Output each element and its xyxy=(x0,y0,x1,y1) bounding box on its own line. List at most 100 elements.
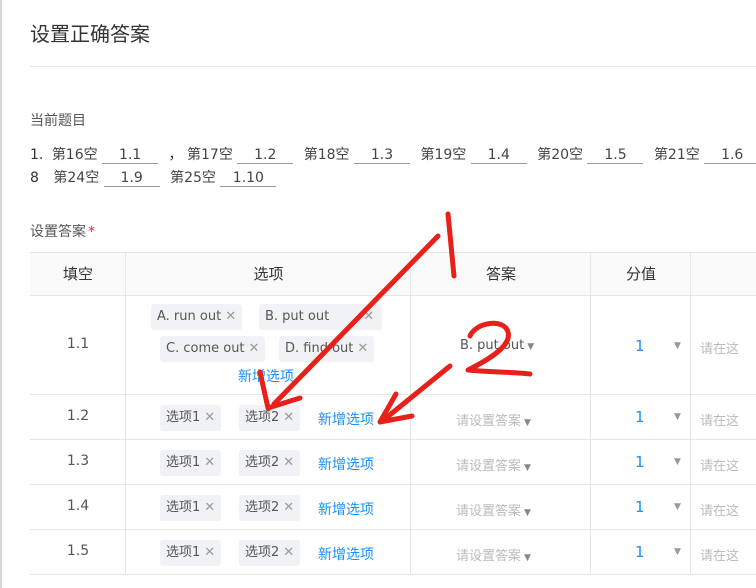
close-icon[interactable]: ✕ xyxy=(283,500,294,515)
blank-18-value[interactable]: 1.3 xyxy=(354,147,411,164)
option-tag-label: B. put out xyxy=(265,309,330,324)
blank-16-label: 第16空 xyxy=(51,147,98,163)
question-line-1: 1. 第16空 1.1 ， 第17空 1.2 第18空 1.3 第19空 1.4… xyxy=(30,144,756,164)
option-tag[interactable]: D. find out ✕ xyxy=(279,336,375,362)
add-option-button[interactable]: 新增选项 xyxy=(318,544,374,564)
answer-table: 填空 选项 答案 分值 1.1 A. run out ✕ B. put out ✕ … xyxy=(30,252,756,575)
score-value[interactable]: 1 xyxy=(635,408,645,426)
answer-select[interactable]: 请设置答案 ▼ xyxy=(456,545,531,564)
remark-input[interactable]: 请在这 xyxy=(700,455,739,474)
option-tag[interactable]: 选项1 ✕ xyxy=(160,405,222,431)
dialog-frame: 设置正确答案 当前题目 1. 第16空 1.1 ， 第17空 1.2 第18空 … xyxy=(0,0,756,588)
close-icon[interactable]: ✕ xyxy=(204,545,215,560)
remark-input[interactable]: 请在这 xyxy=(700,410,739,429)
add-option-button[interactable]: 新增选项 xyxy=(318,409,374,429)
row-blank-number: 1.3 xyxy=(66,453,90,469)
blank-17-value[interactable]: 1.2 xyxy=(237,147,294,164)
answer-select-value: 请设置答案 xyxy=(456,504,522,519)
close-icon[interactable]: ✕ xyxy=(283,455,294,470)
caret-down-icon[interactable]: ▼ xyxy=(674,502,681,512)
row-blank-number: 1.5 xyxy=(66,543,90,559)
close-icon[interactable]: ✕ xyxy=(225,309,236,324)
page-title: 设置正确答案 xyxy=(30,22,150,46)
blank-21-label: 第21空 xyxy=(653,147,700,163)
blank-18-label: 第18空 xyxy=(303,147,350,163)
add-option-button[interactable]: 新增选项 xyxy=(238,366,294,386)
answer-select[interactable]: 请设置答案 ▼ xyxy=(456,455,531,474)
caret-down-icon: ▼ xyxy=(527,342,535,352)
option-tag-label: 选项2 xyxy=(245,500,280,515)
table-row: 1.1 A. run out ✕ B. put out ✕ C. come out ✕… xyxy=(30,296,756,395)
caret-down-icon[interactable]: ▼ xyxy=(674,547,681,557)
answer-select[interactable]: 请设置答案 ▼ xyxy=(456,410,531,429)
header-answer: 答案 xyxy=(485,265,516,283)
option-tag[interactable]: 选项2 ✕ xyxy=(239,495,301,521)
option-tag[interactable]: 选项1 ✕ xyxy=(160,495,222,521)
option-tag-label: 选项2 xyxy=(245,410,280,425)
blank-25-label: 第25空 xyxy=(170,170,216,186)
question-number: 1. xyxy=(30,147,44,163)
caret-down-icon[interactable]: ▼ xyxy=(674,412,681,422)
remark-input[interactable]: 请在这 xyxy=(700,500,739,519)
caret-down-icon: ▼ xyxy=(524,463,531,473)
question-line-2: 8 第24空 1.9 第25空 1.10 xyxy=(30,167,282,187)
set-answer-label-text: 设置答案 xyxy=(30,224,86,240)
blank-21-value[interactable]: 1.6 xyxy=(704,147,756,164)
close-icon[interactable]: ✕ xyxy=(283,410,294,425)
blank-25-value[interactable]: 1.10 xyxy=(220,170,277,187)
score-value[interactable]: 1 xyxy=(635,498,645,516)
remark-input[interactable]: 请在这 xyxy=(700,545,739,564)
option-tag-label: C. come out xyxy=(166,341,245,356)
option-tag-label: 选项1 xyxy=(166,455,201,470)
caret-down-icon: ▼ xyxy=(524,553,531,563)
answer-select-value: 请设置答案 xyxy=(456,459,522,474)
close-icon[interactable]: ✕ xyxy=(204,410,215,425)
title-divider xyxy=(30,66,756,67)
option-tag[interactable]: 选项2 ✕ xyxy=(239,405,301,431)
option-tag-label: 选项1 xyxy=(166,500,201,515)
close-icon[interactable]: ✕ xyxy=(204,500,215,515)
blank-separator: ， xyxy=(168,147,183,163)
current-question-label: 当前题目 xyxy=(30,113,86,129)
option-tag[interactable]: 选项2 ✕ xyxy=(239,450,301,476)
score-value[interactable]: 1 xyxy=(635,543,645,561)
add-option-button[interactable]: 新增选项 xyxy=(318,499,374,519)
set-answer-label: 设置答案 * xyxy=(30,221,95,241)
blank-20-label: 第20空 xyxy=(537,147,584,163)
option-tag-label: 选项2 xyxy=(245,455,280,470)
blank-24-value[interactable]: 1.9 xyxy=(103,170,160,187)
close-icon[interactable]: ✕ xyxy=(249,341,260,356)
close-icon[interactable]: ✕ xyxy=(204,455,215,470)
blank-16-value[interactable]: 1.1 xyxy=(102,147,159,164)
option-tag-label: 选项1 xyxy=(166,410,201,425)
caret-down-icon[interactable]: ▼ xyxy=(674,341,681,351)
option-tag[interactable]: C. come out ✕ xyxy=(160,336,266,362)
option-tag[interactable]: 选项2 ✕ xyxy=(239,540,301,566)
option-tag[interactable]: A. run out ✕ xyxy=(151,304,243,330)
option-tag[interactable]: 选项1 ✕ xyxy=(160,540,222,566)
close-icon[interactable]: ✕ xyxy=(357,341,368,356)
score-value[interactable]: 1 xyxy=(635,337,645,355)
option-tag[interactable]: B. put out ✕ xyxy=(259,304,383,330)
answer-select-value: B. put out xyxy=(460,338,525,353)
close-icon[interactable]: ✕ xyxy=(283,545,294,560)
row-blank-number: 1.4 xyxy=(66,498,90,514)
caret-down-icon[interactable]: ▼ xyxy=(674,457,681,467)
answer-select[interactable]: B. put out ▼ xyxy=(460,338,534,353)
row-blank-number: 1.2 xyxy=(66,408,90,424)
score-value[interactable]: 1 xyxy=(635,453,645,471)
header-score: 分值 xyxy=(625,265,656,283)
blank-20-value[interactable]: 1.5 xyxy=(587,147,644,164)
add-option-button[interactable]: 新增选项 xyxy=(318,454,374,474)
table-row: 1.4 选项1 ✕ 选项2 ✕ 新增选项 请设置答案 ▼ 1 ▼ 请在这 xyxy=(30,485,756,530)
option-tag-label: 选项2 xyxy=(245,545,280,560)
option-tag[interactable]: 选项1 ✕ xyxy=(160,450,222,476)
remark-input[interactable]: 请在这 xyxy=(700,338,739,357)
blank-17-label: 第17空 xyxy=(187,147,233,163)
blank-24-label: 第24空 xyxy=(53,170,100,186)
answer-select[interactable]: 请设置答案 ▼ xyxy=(456,500,531,519)
blank-19-value[interactable]: 1.4 xyxy=(470,147,527,164)
required-mark: * xyxy=(88,224,95,240)
close-icon[interactable]: ✕ xyxy=(363,309,374,324)
table-row: 1.3 选项1 ✕ 选项2 ✕ 新增选项 请设置答案 ▼ 1 ▼ 请在这 xyxy=(30,440,756,485)
